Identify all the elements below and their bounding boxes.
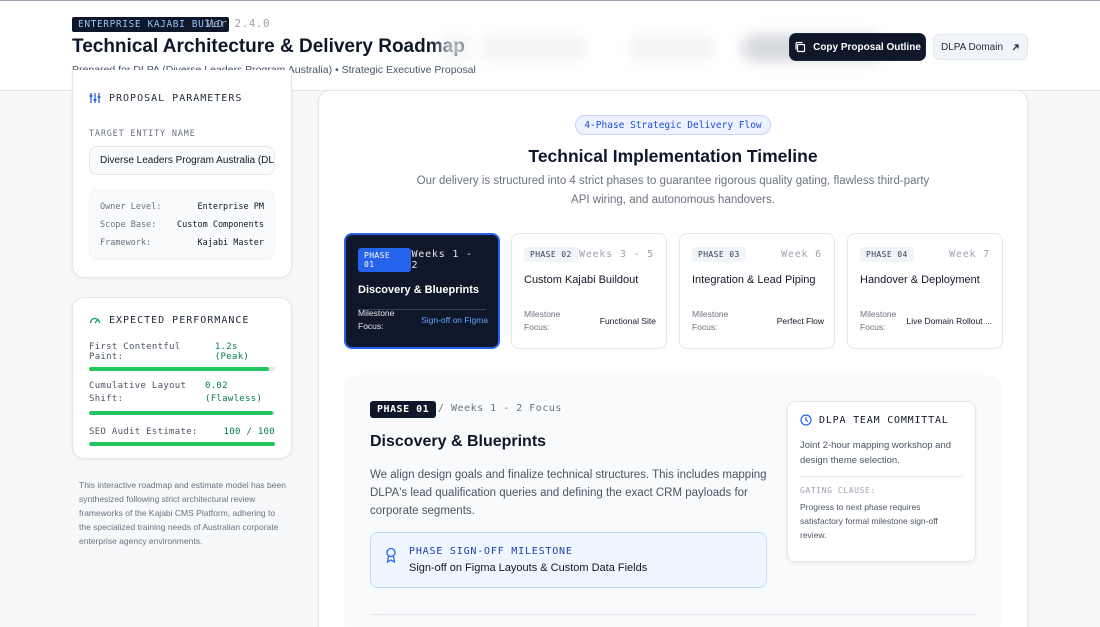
target-entity-input[interactable]: Diverse Leaders Program Australia (DLPA) xyxy=(89,146,275,175)
side-note: This interactive roadmap and estimate mo… xyxy=(79,480,286,546)
metric-bar-fill xyxy=(89,367,270,371)
phase-card-3[interactable]: PHASE 03 Week 6 Integration & Lead Piping… xyxy=(679,233,835,349)
phase-weeks: Week 6 xyxy=(781,249,822,260)
phase-milestone: Functional Site xyxy=(599,316,656,326)
metric-seo: SEO Audit Estimate: 100 / 100 xyxy=(89,427,275,446)
metric-bar-fill xyxy=(89,411,274,415)
page-title: Technical Architecture & Delivery Roadma… xyxy=(72,36,465,57)
scope-base-value: Custom Components xyxy=(177,220,264,230)
metric-bar xyxy=(89,442,275,446)
sliders-icon xyxy=(89,93,101,103)
phase-tag: PHASE 04 xyxy=(860,247,914,262)
gauge-icon xyxy=(89,317,101,324)
team-committal-heading-text: DLPA TEAM COMMITTAL xyxy=(819,414,949,426)
detail-description: We align design goals and finalize techn… xyxy=(370,469,767,517)
framework-row: Framework: Kajabi Master xyxy=(100,234,264,252)
target-entity-label: TARGET ENTITY NAME xyxy=(89,129,196,139)
detail-phase-tag: PHASE 01 xyxy=(370,401,437,418)
phase-name: Custom Kajabi Buildout xyxy=(524,274,639,286)
phase-weeks: Weeks 1 - 2 xyxy=(411,249,473,271)
phase-weeks: Week 7 xyxy=(949,249,990,260)
blurred-nav-item xyxy=(628,35,713,61)
scope-base-key: Scope Base: xyxy=(100,220,157,230)
clock-icon xyxy=(800,414,812,426)
milestone-focus-label: Milestone Focus: xyxy=(692,309,729,332)
delivery-flow-pill: 4-Phase Strategic Delivery Flow xyxy=(575,115,771,135)
expected-performance-card: EXPECTED PERFORMANCE First Contentful Pa… xyxy=(72,297,292,459)
owner-level-row: Owner Level: Enterprise PM xyxy=(100,198,264,216)
gating-clause-label: GATING CLAUSE: xyxy=(800,486,876,495)
phase-milestone: Sign-off on Figma xyxy=(421,315,488,325)
owner-level-key: Owner Level: xyxy=(100,202,162,212)
phase-signoff-milestone: PHASE SIGN-OFF MILESTONE Sign-off on Fig… xyxy=(370,532,767,588)
timeline-title: Technical Implementation Timeline xyxy=(528,146,818,166)
phase-tag: PHASE 01 xyxy=(358,248,412,272)
metric-bar xyxy=(89,367,275,371)
phase-card-2[interactable]: PHASE 02 Weeks 3 - 5 Custom Kajabi Buildo… xyxy=(511,233,667,349)
phase-tag: PHASE 03 xyxy=(692,247,746,262)
team-divider xyxy=(800,476,963,477)
milestone-focus-label: Milestone Focus: xyxy=(358,308,395,331)
milestone-focus-label: Milestone Focus: xyxy=(860,309,897,332)
detail-divider xyxy=(370,614,976,615)
phase-name: Handover & Deployment xyxy=(860,274,980,286)
copy-icon xyxy=(795,41,806,53)
parameters-heading: PROPOSAL PARAMETERS xyxy=(89,92,275,104)
metric-fcp: First Contentful Paint: 1.2s (Peak) xyxy=(89,342,275,371)
milestone-text: Sign-off on Figma Layouts & Custom Data … xyxy=(409,562,648,574)
gating-clause-text: Progress to next phase requires satisfac… xyxy=(800,502,938,540)
award-icon xyxy=(386,547,396,563)
parameters-summary: Owner Level: Enterprise PM Scope Base: Cus… xyxy=(89,190,275,260)
dlpa-team-committal-card: DLPA TEAM COMMITTAL Joint 2-hour mapping… xyxy=(787,401,976,562)
owner-level-value: Enterprise PM xyxy=(197,202,264,212)
blurred-nav-item xyxy=(440,35,470,61)
metric-bar xyxy=(89,411,275,415)
parameters-heading-text: PROPOSAL PARAMETERS xyxy=(109,92,243,104)
performance-heading: EXPECTED PERFORMANCE xyxy=(89,314,275,326)
timeline-description: Our delivery is structured into 4 strict… xyxy=(416,175,930,206)
phase-tag: PHASE 02 xyxy=(524,247,578,262)
metric-value: 0.02 (Flawless) xyxy=(205,381,263,404)
team-committal-text: Joint 2-hour mapping workshop and design… xyxy=(800,440,952,466)
copy-proposal-label: Copy Proposal Outline xyxy=(813,41,921,53)
team-committal-heading: DLPA TEAM COMMITTAL xyxy=(800,414,963,426)
phase-card-4[interactable]: PHASE 04 Week 7 Handover & Deployment Mil… xyxy=(847,233,1003,349)
metric-label: Cumulative Layout Shift: xyxy=(89,381,187,404)
framework-key: Framework: xyxy=(100,238,152,248)
framework-value: Kajabi Master xyxy=(197,238,264,248)
phase-milestone: Perfect Flow xyxy=(776,316,824,326)
milestone-label: PHASE SIGN-OFF MILESTONE xyxy=(409,546,573,557)
phase-card-1[interactable]: PHASE 01 Weeks 1 - 2 Discovery & Blueprin… xyxy=(344,233,500,349)
metric-label: SEO Audit Estimate: xyxy=(89,427,198,437)
metric-value: 100 / 100 xyxy=(223,427,275,437)
scope-base-row: Scope Base: Custom Components xyxy=(100,216,264,234)
copy-proposal-button[interactable]: Copy Proposal Outline xyxy=(790,34,925,60)
proposal-parameters-card: PROPOSAL PARAMETERS TARGET ENTITY NAME D… xyxy=(72,70,292,278)
detail-title: Discovery & Blueprints xyxy=(370,433,547,450)
metric-bar-fill xyxy=(89,442,275,446)
performance-heading-text: EXPECTED PERFORMANCE xyxy=(109,314,250,326)
milestone-focus-label: Milestone Focus: xyxy=(524,309,561,332)
version-label: Ver 2.4.0 xyxy=(206,17,271,30)
detail-weeks: / Weeks 1 - 2 Focus xyxy=(438,403,562,414)
dlpa-domain-label: DLPA Domain xyxy=(940,41,1004,53)
dlpa-domain-button[interactable]: DLPA Domain xyxy=(933,34,1028,60)
phase-weeks: Weeks 3 - 5 xyxy=(578,249,654,260)
metric-value: 1.2s (Peak) xyxy=(214,342,250,362)
phase-name: Integration & Lead Piping xyxy=(692,274,816,286)
external-arrow-icon xyxy=(1012,43,1019,50)
blurred-nav-item xyxy=(480,35,585,61)
phase-milestone: Live Domain Rollout ... xyxy=(906,316,992,326)
metric-label: First Contentful Paint: xyxy=(89,342,181,362)
phase-name: Discovery & Blueprints xyxy=(358,284,480,296)
metric-cls: Cumulative Layout Shift: 0.02 (Flawless) xyxy=(89,380,275,415)
